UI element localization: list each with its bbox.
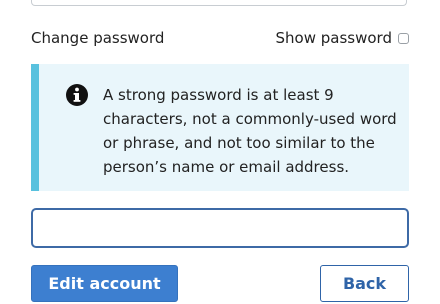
info-icon — [65, 83, 89, 107]
edit-account-button[interactable]: Edit account — [31, 265, 178, 302]
previous-input-field[interactable] — [31, 0, 407, 6]
edit-account-page: Change password Show password A strong p… — [0, 0, 440, 304]
password-strength-notice: A strong password is at least 9 characte… — [31, 64, 409, 191]
show-password-toggle[interactable]: Show password — [276, 29, 409, 47]
notice-message: A strong password is at least 9 characte… — [103, 86, 397, 176]
show-password-label: Show password — [275, 29, 392, 47]
new-password-input[interactable] — [31, 208, 409, 248]
show-password-checkbox[interactable] — [398, 32, 409, 44]
password-row-header: Change password Show password — [31, 28, 409, 48]
change-password-label: Change password — [31, 29, 165, 47]
back-button[interactable]: Back — [320, 265, 409, 302]
